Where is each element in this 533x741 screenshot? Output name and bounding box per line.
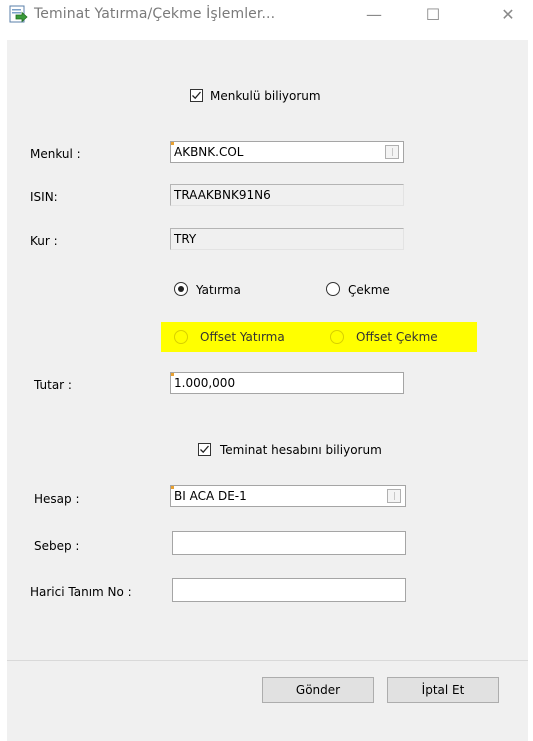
tutar-input[interactable]: 1.000,000	[170, 372, 404, 394]
tutar-value: 1.000,000	[174, 376, 236, 390]
hesap-value: BI ACA DE-1	[174, 489, 247, 503]
lookup-button[interactable]	[385, 145, 399, 159]
footer-divider	[7, 660, 528, 661]
menkul-combobox[interactable]: AKBNK.COL	[170, 141, 404, 163]
harici-input[interactable]	[172, 578, 406, 602]
kur-value: TRY	[174, 232, 197, 246]
offset-cekme-label[interactable]: Offset Çekme	[356, 330, 438, 344]
radio-selected-dot	[178, 286, 184, 292]
cancel-button[interactable]: İptal Et	[387, 677, 499, 703]
menkul-label: Menkul :	[30, 147, 81, 161]
account-known-checkbox[interactable]	[198, 443, 211, 456]
send-button[interactable]: Gönder	[262, 677, 374, 703]
isin-field: TRAAKBNK91N6	[170, 184, 404, 206]
form-arrow-icon	[9, 5, 28, 24]
menkul-known-checkbox[interactable]	[190, 89, 203, 102]
cekme-radio[interactable]	[326, 282, 340, 296]
harici-label: Harici Tanım No :	[30, 585, 132, 599]
checkmark-icon	[192, 91, 201, 100]
yatirma-radio[interactable]	[174, 282, 188, 296]
kur-field: TRY	[170, 228, 404, 250]
yatirma-label[interactable]: Yatırma	[196, 283, 241, 297]
offset-yatirma-label[interactable]: Offset Yatırma	[200, 330, 285, 344]
hesap-label: Hesap :	[34, 492, 80, 506]
lookup-button[interactable]	[387, 489, 401, 503]
kur-label: Kur :	[30, 234, 58, 248]
isin-label: ISIN:	[30, 190, 58, 204]
window-title: Teminat Yatırma/Çekme İşlemler...	[34, 6, 276, 22]
minimize-button[interactable]: —	[363, 4, 385, 26]
menkul-value: AKBNK.COL	[174, 145, 244, 159]
tutar-label: Tutar :	[34, 378, 72, 392]
offset-cekme-radio[interactable]	[330, 330, 344, 344]
account-known-label[interactable]: Teminat hesabını biliyorum	[220, 443, 382, 457]
sebep-label: Sebep :	[34, 539, 80, 553]
menkul-known-label[interactable]: Menkulü biliyorum	[210, 89, 321, 103]
field-marker-icon	[171, 373, 174, 376]
checkmark-icon	[200, 445, 209, 454]
maximize-button[interactable]: ☐	[422, 4, 444, 26]
sebep-input[interactable]	[172, 531, 406, 555]
close-button[interactable]: ✕	[497, 4, 519, 26]
field-marker-icon	[171, 142, 174, 145]
cekme-label[interactable]: Çekme	[348, 283, 390, 297]
isin-value: TRAAKBNK91N6	[174, 188, 271, 202]
offset-yatirma-radio[interactable]	[174, 330, 188, 344]
hesap-combobox[interactable]: BI ACA DE-1	[170, 485, 406, 507]
title-bar: Teminat Yatırma/Çekme İşlemler... — ☐ ✕	[0, 0, 533, 34]
field-marker-icon	[171, 486, 174, 489]
